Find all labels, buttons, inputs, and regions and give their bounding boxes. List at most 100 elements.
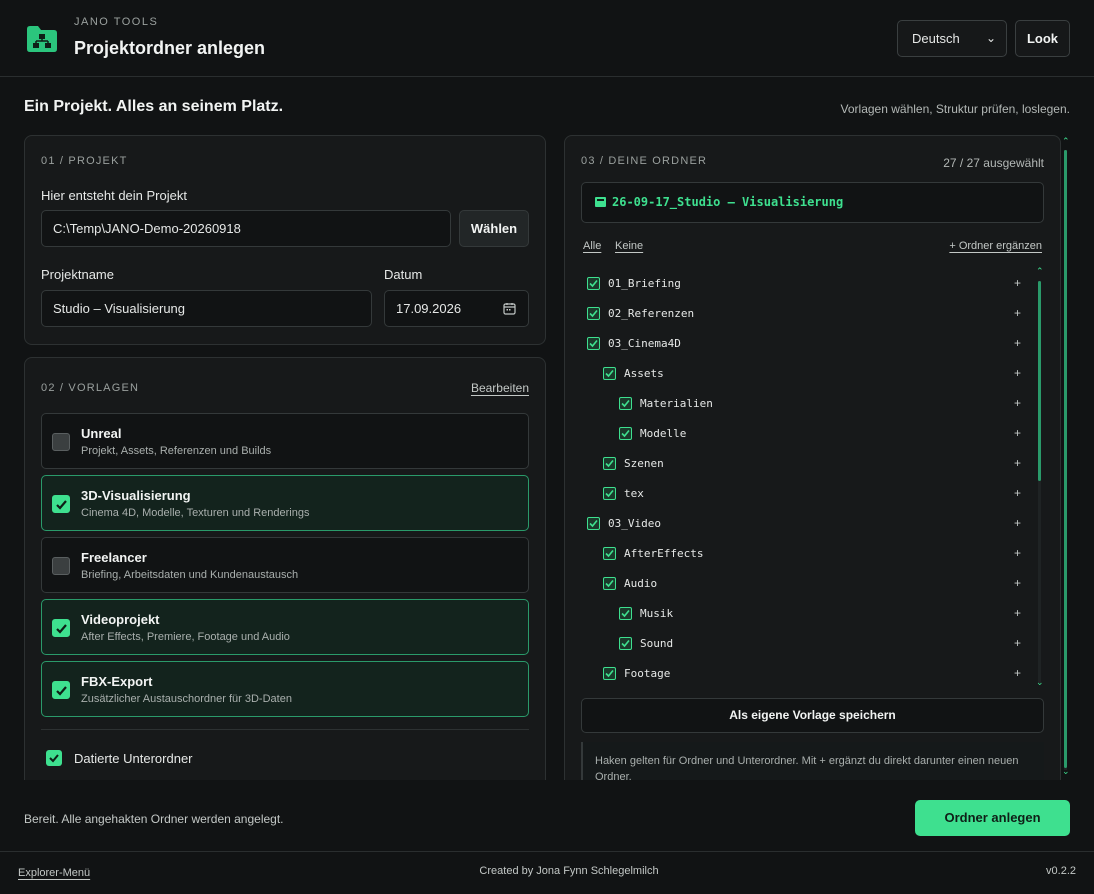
template-card[interactable]: Videoprojekt After Effects, Premiere, Foo… xyxy=(41,599,529,655)
status-text: Bereit. Alle angehakten Ordner werden an… xyxy=(24,812,284,826)
folder-row: Modelle + xyxy=(581,424,1021,444)
template-name: FBX-Export xyxy=(81,674,153,689)
add-subfolder-button[interactable]: + xyxy=(1014,636,1021,650)
project-name-input[interactable]: Studio – Visualisierung xyxy=(41,290,372,327)
folder-row: Szenen + xyxy=(581,454,1021,474)
template-card[interactable]: Freelancer Briefing, Arbeitsdaten und Kun… xyxy=(41,537,529,593)
template-card[interactable]: Unreal Projekt, Assets, Referenzen und Bu… xyxy=(41,413,529,469)
check-icon xyxy=(621,639,630,648)
check-icon xyxy=(589,279,598,288)
add-subfolder-button[interactable]: + xyxy=(1014,576,1021,590)
add-subfolder-button[interactable]: + xyxy=(1014,276,1021,290)
look-button[interactable]: Look xyxy=(1015,20,1070,57)
root-folder: 26-09-17_Studio – Visualisierung xyxy=(581,182,1044,223)
brand-name: JANO TOOLS xyxy=(74,16,159,28)
folder-name: Assets xyxy=(624,367,664,380)
folder-checkbox[interactable] xyxy=(587,277,600,290)
calendar-icon[interactable] xyxy=(503,302,516,315)
template-description: Zusätzlicher Austauschordner für 3D-Date… xyxy=(81,693,292,705)
folder-row: Materialien + xyxy=(581,394,1021,414)
select-all-link[interactable]: Alle xyxy=(583,240,601,252)
folder-name: Footage xyxy=(624,667,671,680)
select-none-link[interactable]: Keine xyxy=(615,240,643,252)
dated-subfolders-checkbox[interactable] xyxy=(46,750,62,766)
check-icon xyxy=(49,754,59,763)
folder-name: AfterEffects xyxy=(624,547,704,560)
add-subfolder-button[interactable]: + xyxy=(1014,516,1021,530)
folder-checkbox[interactable] xyxy=(587,307,600,320)
folder-name: Szenen xyxy=(624,457,664,470)
edit-templates-link[interactable]: Bearbeiten xyxy=(471,381,529,395)
folder-name: Audio xyxy=(624,577,658,590)
page-title: Projektordner anlegen xyxy=(74,38,266,58)
add-subfolder-button[interactable]: + xyxy=(1014,426,1021,440)
chevron-down-icon: ⌄ xyxy=(985,31,996,45)
template-checkbox[interactable] xyxy=(52,495,70,513)
template-checkbox[interactable] xyxy=(52,557,70,575)
date-input[interactable]: 17.09.2026 xyxy=(384,290,529,327)
add-subfolder-button[interactable]: + xyxy=(1014,666,1021,680)
language-value: Deutsch xyxy=(912,31,960,46)
tagline: Ein Projekt. Alles an seinem Platz. xyxy=(24,98,284,115)
template-description: Cinema 4D, Modelle, Texturen und Renderi… xyxy=(81,507,310,519)
folder-name: tex xyxy=(624,487,644,500)
path-input[interactable]: C:\Temp\JANO-Demo-20260918 xyxy=(41,210,451,247)
check-icon xyxy=(605,549,614,558)
check-icon xyxy=(56,500,67,510)
add-subfolder-button[interactable]: + xyxy=(1014,306,1021,320)
add-subfolder-button[interactable]: + xyxy=(1014,606,1021,620)
folder-name: 03_Cinema4D xyxy=(608,337,681,350)
scroll-down-icon[interactable]: ⌄ xyxy=(1036,677,1044,688)
folder-row: Footage + xyxy=(581,664,1021,684)
add-subfolder-button[interactable]: + xyxy=(1014,456,1021,470)
create-folders-button[interactable]: Ordner anlegen xyxy=(915,800,1070,836)
add-subfolder-button[interactable]: + xyxy=(1014,396,1021,410)
template-description: Briefing, Arbeitsdaten und Kundenaustaus… xyxy=(81,569,299,581)
check-icon xyxy=(621,429,630,438)
folder-checkbox[interactable] xyxy=(619,637,632,650)
folder-checkbox[interactable] xyxy=(619,427,632,440)
add-folder-link[interactable]: + Ordner ergänzen xyxy=(949,240,1042,252)
page-scroll-up-icon[interactable]: ⌃ xyxy=(1062,136,1070,147)
scroll-up-icon[interactable]: ⌃ xyxy=(1036,266,1044,277)
folder-name: 03_Video xyxy=(608,517,661,530)
folder-checkbox[interactable] xyxy=(587,517,600,530)
template-checkbox[interactable] xyxy=(52,681,70,699)
folder-name: 01_Briefing xyxy=(608,277,681,290)
folder-checkbox[interactable] xyxy=(587,337,600,350)
template-checkbox[interactable] xyxy=(52,619,70,637)
divider xyxy=(41,729,529,730)
version-text: v0.2.2 xyxy=(1046,865,1076,877)
folder-name: Modelle xyxy=(640,427,687,440)
project-name-label: Projektname xyxy=(41,267,114,282)
tree-scrollbar-thumb[interactable] xyxy=(1038,281,1041,481)
folder-row: 03_Video + xyxy=(581,514,1021,534)
templates-panel: 02 / VORLAGEN Bearbeiten Unreal Projekt, … xyxy=(24,357,546,797)
folder-checkbox[interactable] xyxy=(603,457,616,470)
check-icon xyxy=(621,399,630,408)
folder-checkbox[interactable] xyxy=(603,487,616,500)
add-subfolder-button[interactable]: + xyxy=(1014,336,1021,350)
section-label: 03 / DEINE ORDNER xyxy=(581,155,708,167)
folder-checkbox[interactable] xyxy=(603,367,616,380)
folder-checkbox[interactable] xyxy=(619,397,632,410)
save-as-template-button[interactable]: Als eigene Vorlage speichern xyxy=(581,698,1044,733)
add-subfolder-button[interactable]: + xyxy=(1014,366,1021,380)
template-checkbox[interactable] xyxy=(52,433,70,451)
page-scroll-down-icon[interactable]: ⌄ xyxy=(1062,766,1070,777)
template-card[interactable]: FBX-Export Zusätzlicher Austauschordner f… xyxy=(41,661,529,717)
folder-checkbox[interactable] xyxy=(619,607,632,620)
check-icon xyxy=(56,686,67,696)
folder-checkbox[interactable] xyxy=(603,667,616,680)
folder-row: 03_Cinema4D + xyxy=(581,334,1021,354)
page-scrollbar-thumb[interactable] xyxy=(1064,150,1067,768)
add-subfolder-button[interactable]: + xyxy=(1014,546,1021,560)
add-subfolder-button[interactable]: + xyxy=(1014,486,1021,500)
folder-row: tex + xyxy=(581,484,1021,504)
language-select[interactable]: Deutsch ⌄ xyxy=(897,20,1007,57)
folders-panel: 03 / DEINE ORDNER 27 / 27 ausgewählt 26-… xyxy=(564,135,1061,797)
folder-checkbox[interactable] xyxy=(603,577,616,590)
template-card[interactable]: 3D-Visualisierung Cinema 4D, Modelle, Tex… xyxy=(41,475,529,531)
folder-checkbox[interactable] xyxy=(603,547,616,560)
choose-path-button[interactable]: Wählen xyxy=(459,210,529,247)
